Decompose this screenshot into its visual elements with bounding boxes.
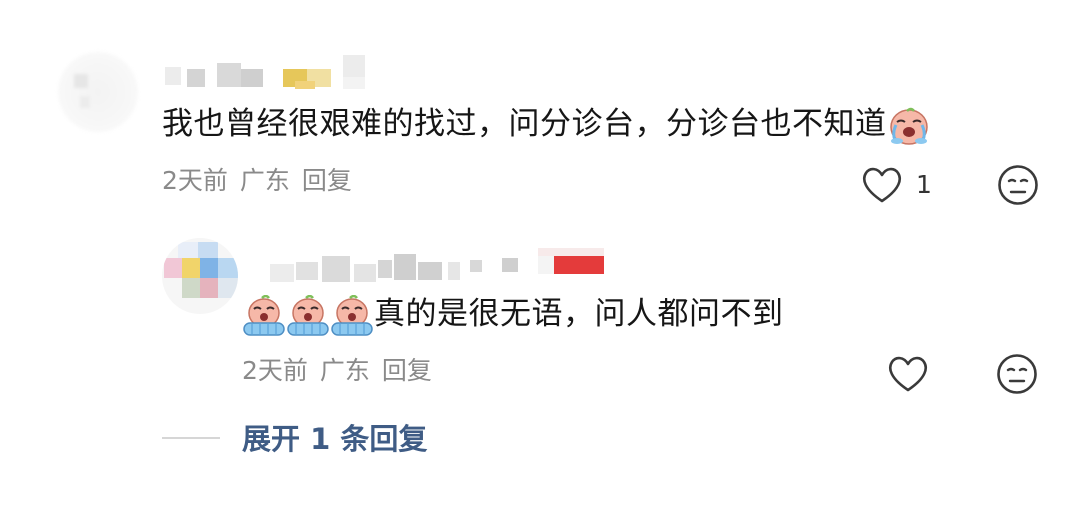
like-count: 1	[916, 170, 932, 199]
reply-reply-button[interactable]: 回复	[382, 356, 432, 385]
comment-text: 我也曾经很艰难的找过，问分诊台，分诊台也不知道	[162, 104, 928, 145]
crying-baby-icon	[242, 294, 286, 337]
reply-location: 广东	[319, 356, 370, 385]
crying-baby-icon	[330, 294, 374, 337]
reply-time: 2天前	[242, 356, 308, 385]
reply-avatar[interactable]	[162, 238, 238, 314]
crying-baby-icon	[286, 294, 330, 337]
comment-location: 广东	[239, 166, 290, 195]
comment-time: 2天前	[162, 166, 228, 195]
heart-icon	[860, 165, 904, 205]
heart-icon	[886, 354, 930, 394]
username-blurred[interactable]	[165, 55, 375, 89]
expand-replies-button[interactable]: 展开 1 条回复	[242, 421, 427, 457]
avatar[interactable]	[58, 52, 138, 132]
reply-like-button[interactable]	[886, 354, 930, 394]
meh-face-icon[interactable]	[996, 353, 1038, 395]
divider	[162, 437, 220, 439]
reply-meta: 2天前 广东 回复	[242, 356, 432, 386]
reply-text: 真的是很无语，问人都问不到	[374, 296, 784, 332]
meh-face-icon[interactable]	[997, 164, 1039, 206]
comment-meta: 2天前 广东 回复	[162, 166, 352, 196]
like-button[interactable]: 1	[860, 165, 940, 205]
crying-baby-icon	[887, 107, 928, 145]
reply-username-blurred[interactable]	[270, 248, 615, 284]
reply-text-row: 真的是很无语，问人都问不到	[242, 294, 784, 337]
reply-button[interactable]: 回复	[302, 166, 352, 195]
